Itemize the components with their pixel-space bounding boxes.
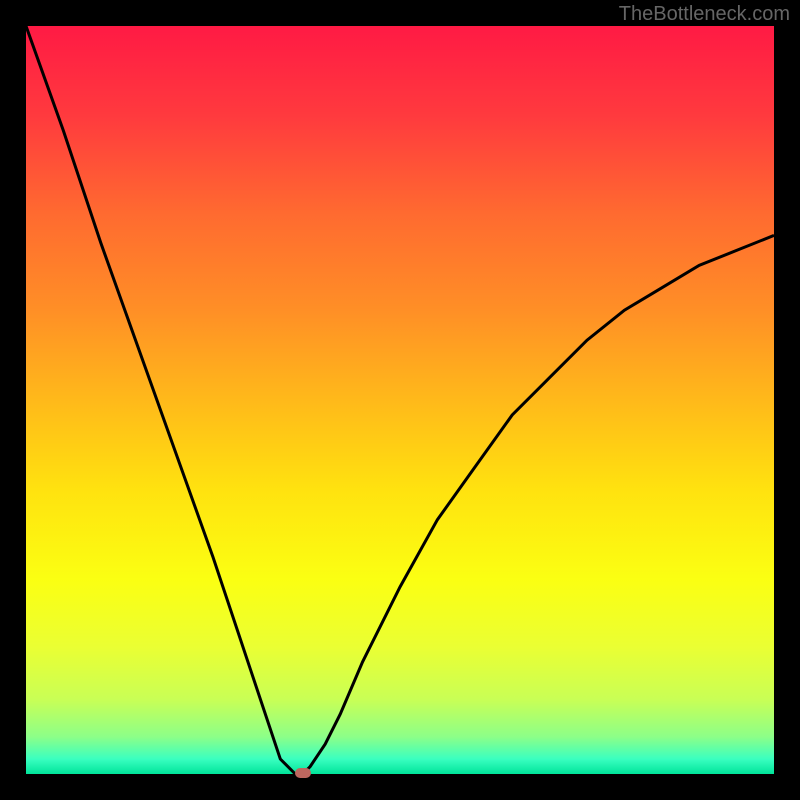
watermark-text: TheBottleneck.com [619,3,790,26]
bottleneck-chart [26,26,774,774]
gradient-background [26,26,774,774]
optimal-point-marker [295,768,311,778]
chart-svg [26,26,774,774]
